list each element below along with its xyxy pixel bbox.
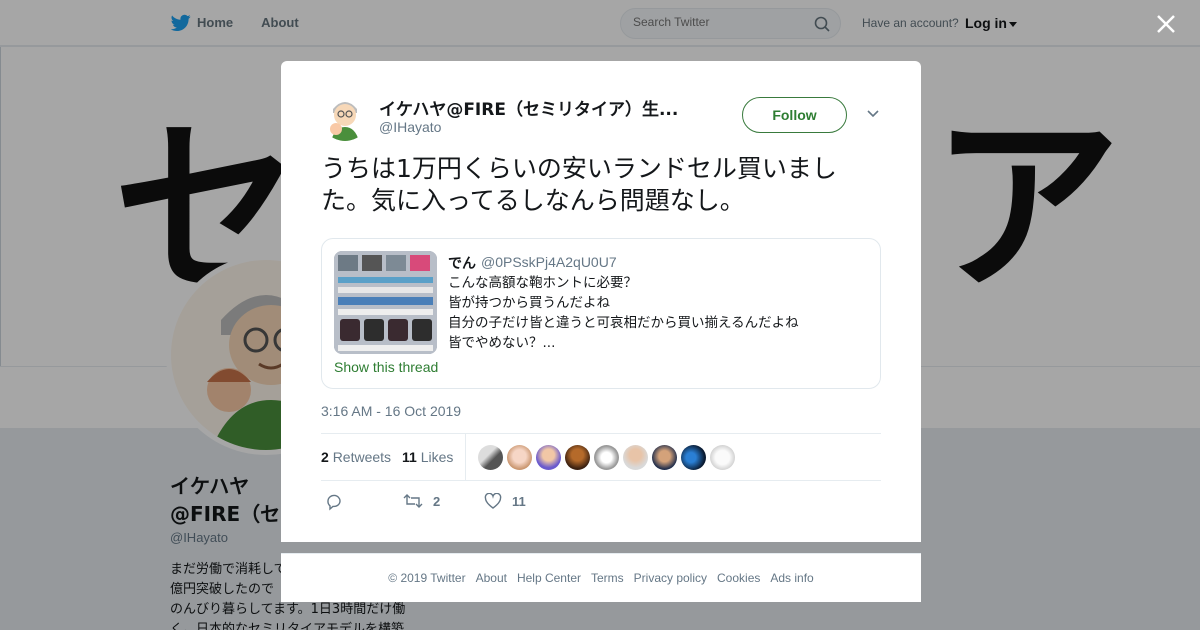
retweet-action-count: 2: [433, 493, 441, 509]
show-thread-link[interactable]: Show this thread: [334, 359, 438, 375]
like-action[interactable]: 11: [484, 493, 526, 509]
retweets-label: Retweets: [332, 449, 392, 465]
reply-icon[interactable]: [325, 493, 343, 511]
likes-label: Likes: [420, 449, 454, 465]
liker-avatar[interactable]: [594, 445, 619, 470]
quoted-tweet-text: こんな高額な鞄ホントに必要？ 皆が持つから買うんだよね 自分の子だけ皆と違うと可…: [448, 273, 868, 353]
retweet-icon[interactable]: [403, 493, 423, 509]
liker-avatar[interactable]: [565, 445, 590, 470]
liker-avatars: [478, 445, 739, 470]
quoted-text-line: こんな高額な鞄ホントに必要？: [448, 275, 637, 291]
liker-avatar[interactable]: [536, 445, 561, 470]
footer-copyright: © 2019 Twitter: [388, 571, 466, 585]
author-avatar[interactable]: [321, 93, 369, 141]
follow-button[interactable]: Follow: [742, 97, 847, 133]
footer-link-terms[interactable]: Terms: [591, 571, 624, 585]
stats-divider: [465, 434, 466, 480]
retweet-action[interactable]: 2: [403, 493, 440, 509]
footer-link-about[interactable]: About: [476, 571, 507, 585]
footer-link-help-center[interactable]: Help Center: [517, 571, 581, 585]
close-icon[interactable]: [1154, 12, 1178, 36]
quoted-text-line: 自分の子だけ皆と違うと可哀相だから買い揃えるんだよね: [448, 315, 799, 331]
retweets-count: 2: [321, 449, 329, 465]
liker-avatar[interactable]: [623, 445, 648, 470]
liker-avatar[interactable]: [710, 445, 735, 470]
quoted-tweet-card[interactable]: でん @0PSskPj4A2qU0U7 こんな高額な鞄ホントに必要？ 皆が持つか…: [321, 238, 881, 389]
quoted-author-handle[interactable]: @0PSskPj4A2qU0U7: [481, 254, 617, 270]
quoted-text-line: 皆が持つから買うんだよね: [448, 295, 610, 311]
tweet-modal: イケハヤ@FIRE（セミリタイア）生... @IHayato Follow うち…: [281, 61, 921, 542]
tweet-actions: 2 11: [321, 491, 881, 515]
retweets-stat[interactable]: 2 Retweets: [321, 449, 391, 465]
modal-footer: © 2019 Twitter About Help Center Terms P…: [281, 553, 921, 602]
tweet-timestamp[interactable]: 3:16 AM - 16 Oct 2019: [321, 403, 461, 419]
like-action-count: 11: [512, 493, 526, 509]
author-name[interactable]: イケハヤ@FIRE（セミリタイア）生...: [379, 95, 699, 120]
footer-link-privacy[interactable]: Privacy policy: [634, 571, 707, 585]
likes-stat[interactable]: 11 Likes: [402, 449, 453, 465]
tweet-text: うちは1万円くらいの安いランドセル買いました。気に入ってるしなんら問題なし。: [321, 154, 837, 215]
heart-icon[interactable]: [484, 493, 502, 509]
footer-link-ads-info[interactable]: Ads info: [770, 571, 813, 585]
liker-avatar[interactable]: [652, 445, 677, 470]
tweet-stats: 2 Retweets 11 Likes: [321, 433, 881, 481]
quoted-text-line: 皆でやめない？...: [448, 335, 556, 351]
author-handle[interactable]: @IHayato: [379, 119, 441, 135]
chevron-down-icon[interactable]: [866, 109, 880, 119]
footer-link-cookies[interactable]: Cookies: [717, 571, 760, 585]
liker-avatar[interactable]: [478, 445, 503, 470]
quoted-tweet-image[interactable]: [334, 251, 437, 354]
liker-avatar[interactable]: [681, 445, 706, 470]
quoted-author-name[interactable]: でん: [448, 253, 476, 273]
reply-action[interactable]: [325, 493, 353, 511]
liker-avatar[interactable]: [507, 445, 532, 470]
likes-count: 11: [402, 449, 417, 465]
